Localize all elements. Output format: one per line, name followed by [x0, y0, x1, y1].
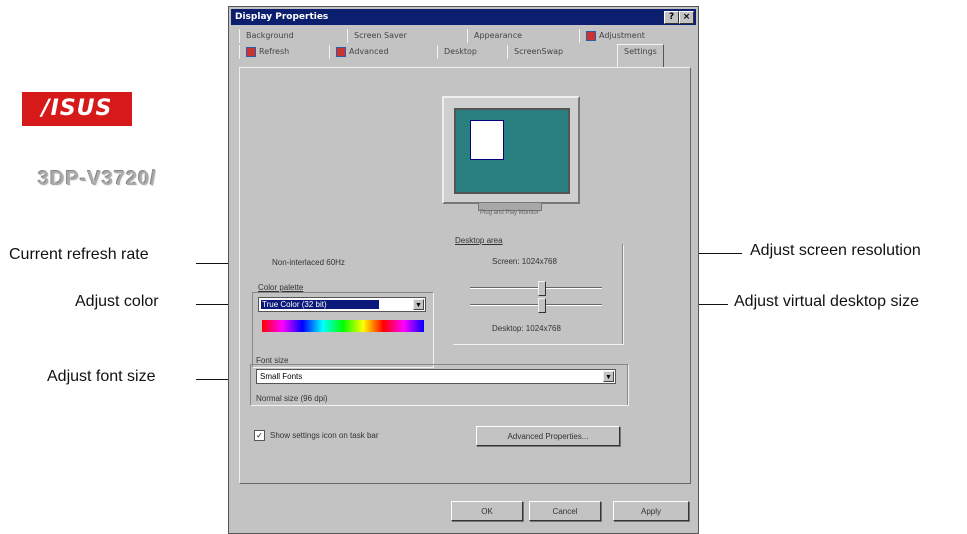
asus-logo: /ISUS: [22, 92, 132, 126]
tab-label: Settings: [624, 47, 657, 56]
virtual-slider-track[interactable]: [470, 304, 602, 306]
tab-background[interactable]: Background: [239, 29, 300, 43]
desktop-size-text: Desktop: 1024x768: [492, 324, 561, 333]
tab-label: Appearance: [474, 31, 523, 40]
callout-adjust-resolution: Adjust screen resolution: [750, 242, 921, 259]
tab-label: Advanced: [349, 47, 389, 56]
tab-label: Refresh: [259, 47, 290, 56]
title-bar: Display Properties ? ×: [231, 9, 696, 25]
tab-screen-saver[interactable]: Screen Saver: [347, 29, 413, 43]
advanced-icon: [336, 46, 346, 57]
adjustment-icon: [586, 30, 596, 41]
color-palette-select[interactable]: True Color (32 bit) ▼: [258, 297, 426, 312]
color-palette-value: True Color (32 bit): [262, 300, 327, 309]
tab-desktop[interactable]: Desktop: [437, 45, 483, 59]
color-palette-label: Color palette: [258, 283, 304, 292]
tab-adjustment[interactable]: Adjustment: [579, 29, 651, 43]
taskbar-checkbox-label: Show settings icon on task bar: [270, 431, 379, 440]
monitor-caption: Plug and Play Monitor: [480, 210, 539, 216]
chevron-down-icon[interactable]: ▼: [603, 371, 614, 382]
tab-settings[interactable]: Settings: [617, 44, 664, 68]
font-size-value: Small Fonts: [260, 372, 303, 381]
tab-screenswap[interactable]: ScreenSwap: [507, 45, 569, 59]
dialog-title: Display Properties: [235, 12, 329, 22]
chevron-down-icon[interactable]: ▼: [413, 299, 424, 310]
tab-refresh[interactable]: Refresh: [239, 45, 295, 59]
tab-label: Adjustment: [599, 31, 645, 40]
cancel-button[interactable]: Cancel: [529, 501, 601, 521]
close-button[interactable]: ×: [679, 11, 694, 24]
callout-refresh-rate: Current refresh rate: [9, 246, 149, 263]
advanced-properties-button[interactable]: Advanced Properties...: [476, 426, 620, 446]
callout-adjust-virtual: Adjust virtual desktop size: [734, 293, 919, 310]
font-size-note: Normal size (96 dpi): [256, 394, 328, 403]
virtual-slider-thumb[interactable]: [538, 298, 547, 313]
help-button[interactable]: ?: [664, 11, 679, 24]
callout-adjust-color: Adjust color: [75, 293, 159, 310]
taskbar-checkbox[interactable]: ✓: [254, 430, 265, 441]
resolution-slider-track[interactable]: [470, 287, 602, 289]
screen-size-text: Screen: 1024x768: [492, 257, 557, 266]
ok-button[interactable]: OK: [451, 501, 523, 521]
callout-adjust-font: Adjust font size: [47, 368, 156, 385]
tab-label: Desktop: [444, 47, 477, 56]
preview-window: [470, 120, 504, 160]
monitor-screen: [454, 108, 570, 194]
tab-appearance[interactable]: Appearance: [467, 29, 528, 43]
tab-label: Background: [246, 31, 294, 40]
refresh-rate-text: Non-interlaced 60Hz: [272, 258, 345, 267]
tab-label: ScreenSwap: [514, 47, 564, 56]
color-spectrum-bar: [262, 320, 424, 332]
product-name: 3DP-V3720/: [38, 168, 157, 190]
apply-button[interactable]: Apply: [613, 501, 689, 521]
refresh-icon: [246, 46, 256, 57]
font-size-select[interactable]: Small Fonts ▼: [256, 369, 616, 384]
tab-label: Screen Saver: [354, 31, 407, 40]
resolution-slider-thumb[interactable]: [538, 281, 547, 296]
monitor-preview: [442, 96, 580, 204]
tab-advanced[interactable]: Advanced: [329, 45, 395, 59]
